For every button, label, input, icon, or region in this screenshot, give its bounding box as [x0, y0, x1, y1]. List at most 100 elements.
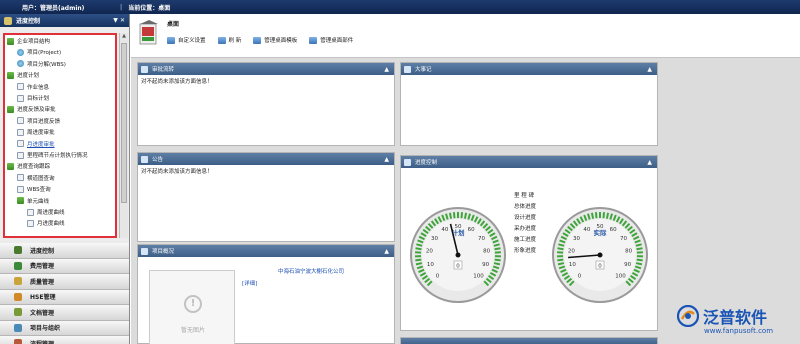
- toolbar-action-1[interactable]: 刷 新: [217, 36, 241, 44]
- doc-icon: [27, 208, 34, 216]
- nav-module-4[interactable]: 文档管理: [0, 305, 129, 321]
- nav-module-label: 费用管理: [30, 263, 55, 271]
- doc-icon: [17, 94, 24, 102]
- collapse-icon[interactable]: ▲: [384, 156, 389, 163]
- toolbar-action-2[interactable]: 管理桌面模板: [253, 36, 297, 44]
- collapse-icon[interactable]: ▲: [384, 66, 389, 73]
- gauge-hub: [455, 252, 461, 258]
- folder-icon: [7, 71, 14, 79]
- nav-module-label: HSE管理: [30, 294, 56, 302]
- detail-link[interactable]: [详细]: [242, 279, 257, 287]
- folder-icon: [7, 162, 14, 170]
- brand-logo: 泛普软件 www.fanpusoft.com: [673, 302, 798, 340]
- progress-panel: 进度控制 ▲ 0 10 20 30 40 50 60 70 80 90 100 计划 0 0 10 20 30 4…: [400, 155, 658, 331]
- gauge-band-tick: [590, 212, 595, 219]
- tree-item[interactable]: 进度反馈及审批: [7, 104, 56, 114]
- tree-item-label: 目标计划: [27, 96, 50, 102]
- gauge-legend-item: 里 程 碑: [514, 193, 534, 199]
- gauge-legend-item: 总体进度: [514, 204, 537, 210]
- collapse-icon[interactable]: ▲: [647, 159, 652, 166]
- toolbar-actions: 自定义设置 刷 新 管理桌面模板 管理桌面部件: [167, 36, 353, 44]
- module-tree: 企业项目结构项目(Project) 项目分解(WBS) 进度计划作业信息目标计划进度…: [3, 33, 117, 238]
- doc-icon: [17, 140, 24, 148]
- nav-module-6[interactable]: 流程管理: [0, 336, 129, 344]
- gauge-tick-label: 40: [441, 227, 448, 233]
- tree-item[interactable]: 里程碑节点计划执行情况: [17, 150, 88, 160]
- tree-item-label: 里程碑节点计划执行情况: [27, 153, 88, 159]
- refresh-icon: [217, 36, 226, 44]
- tree-item[interactable]: 周进度曲线: [27, 207, 65, 217]
- panel-icon: [404, 65, 411, 73]
- gauge-tick-label: 0: [436, 274, 440, 280]
- gauge-band-tick: [494, 258, 501, 262]
- gauge-band-tick: [460, 212, 464, 219]
- notice-panel-header: 公告 ▲: [138, 153, 394, 165]
- gauge-legend-item: 采办进度: [514, 226, 537, 232]
- tree-item[interactable]: 企业项目结构: [7, 36, 50, 46]
- tree-item[interactable]: 月进度审批: [17, 139, 55, 149]
- doc-icon: [27, 219, 34, 227]
- company-name: 中海石油宁波大榭石化公司: [278, 269, 345, 275]
- overview-panel: 项目概况 ▲ 中海石油宁波大榭石化公司 [详细] ! 暂无图片: [137, 244, 395, 344]
- tree-item[interactable]: 月进度曲线: [27, 218, 65, 228]
- tree-item[interactable]: 单元曲线: [17, 196, 49, 206]
- toolbar-action-0[interactable]: 自定义设置: [167, 36, 206, 44]
- tree-item[interactable]: 进度查询跟踪: [7, 161, 50, 171]
- nav-module-2[interactable]: 质量管理: [0, 274, 129, 290]
- notice-panel-body: 对不起尚未添加该方面信息！: [141, 169, 213, 175]
- tree-item[interactable]: 作业信息: [17, 82, 49, 92]
- gauge-band-tick: [493, 262, 501, 266]
- scroll-thumb[interactable]: [121, 43, 127, 203]
- collapse-icon[interactable]: ▲: [647, 66, 652, 73]
- gauge-legend-item: 形象进度: [514, 248, 537, 254]
- approval-panel-header: 审批流转 ▲: [138, 63, 394, 75]
- tree-item-label: 进度计划: [17, 73, 40, 80]
- logo-mark-icon: [677, 305, 699, 327]
- gauge-band-tick: [635, 262, 643, 266]
- nav-module-1[interactable]: 费用管理: [0, 258, 129, 274]
- globe-icon: [17, 48, 24, 56]
- tree-item[interactable]: 目标计划: [17, 93, 49, 103]
- module-icon: [4, 16, 12, 25]
- folder-icon: [17, 197, 24, 205]
- tree-item-label: 项目进度反馈: [27, 118, 61, 125]
- doc-icon: [17, 117, 24, 125]
- scroll-up-icon[interactable]: ▲: [120, 33, 128, 41]
- pin-close-icon[interactable]: ▼ ✕: [113, 17, 125, 24]
- gauge-readout: 0: [598, 264, 602, 270]
- tree-item[interactable]: 项目(Project): [17, 47, 61, 57]
- toolbar-action-3[interactable]: 管理桌面部件: [309, 36, 353, 44]
- tree-item[interactable]: 横道图查询: [17, 173, 55, 183]
- tree-item-label: 项目(Project): [27, 50, 62, 57]
- tree-item[interactable]: 项目分解(WBS): [17, 59, 66, 69]
- nav-module-label: 进度控制: [30, 247, 55, 255]
- nav-module-5[interactable]: 项目与组织: [0, 320, 129, 336]
- main-desktop: 桌面 自定义设置 刷 新 管理桌面模板 管理桌面部件 审批流转 ▲ 对不起尚未添加该方…: [131, 14, 800, 344]
- gauge-tick-label: 80: [483, 248, 490, 254]
- nav-module-label: 流程管理: [30, 339, 54, 344]
- sidebar-header: 进度控制 ▼ ✕: [0, 14, 129, 27]
- user-info: 用户：管理员(admin): [22, 4, 85, 12]
- no-photo-text: 暂无图片: [180, 327, 205, 334]
- gauge-legend: 里 程 碑总体进度 设计进度 采办进度 施工进度 形象进度: [514, 191, 536, 257]
- gauge-legend-item: 施工进度: [514, 237, 537, 243]
- module-icon: [14, 261, 22, 270]
- top-bar: 用户：管理员(admin) | 当前位置：桌面: [0, 0, 800, 14]
- gauge-tick-label: 30: [573, 236, 580, 242]
- approval-panel-title: 审批流转: [152, 67, 175, 73]
- gauge-label: 实际: [594, 228, 608, 237]
- nav-module-3[interactable]: HSE管理: [0, 289, 129, 305]
- tree-item[interactable]: 进度计划: [7, 70, 39, 80]
- gauge-band-tick: [463, 212, 468, 219]
- tree-item[interactable]: 周进度审批: [17, 127, 55, 137]
- tree-scrollbar[interactable]: ▲: [119, 33, 128, 238]
- separator: |: [120, 3, 123, 11]
- tree-item[interactable]: 项目进度反馈: [17, 116, 60, 126]
- nav-module-0[interactable]: 进度控制: [0, 243, 129, 259]
- collapse-icon[interactable]: ▲: [384, 248, 389, 255]
- doc-icon: [17, 185, 24, 193]
- sidebar: 进度控制 ▼ ✕ 企业项目结构项目(Project) 项目分解(WBS) 进度计划作…: [0, 14, 130, 344]
- tree-item[interactable]: WBS查询: [17, 184, 51, 194]
- gauge-tick-label: 90: [624, 262, 631, 268]
- gauge-tick-label: 0: [578, 274, 582, 280]
